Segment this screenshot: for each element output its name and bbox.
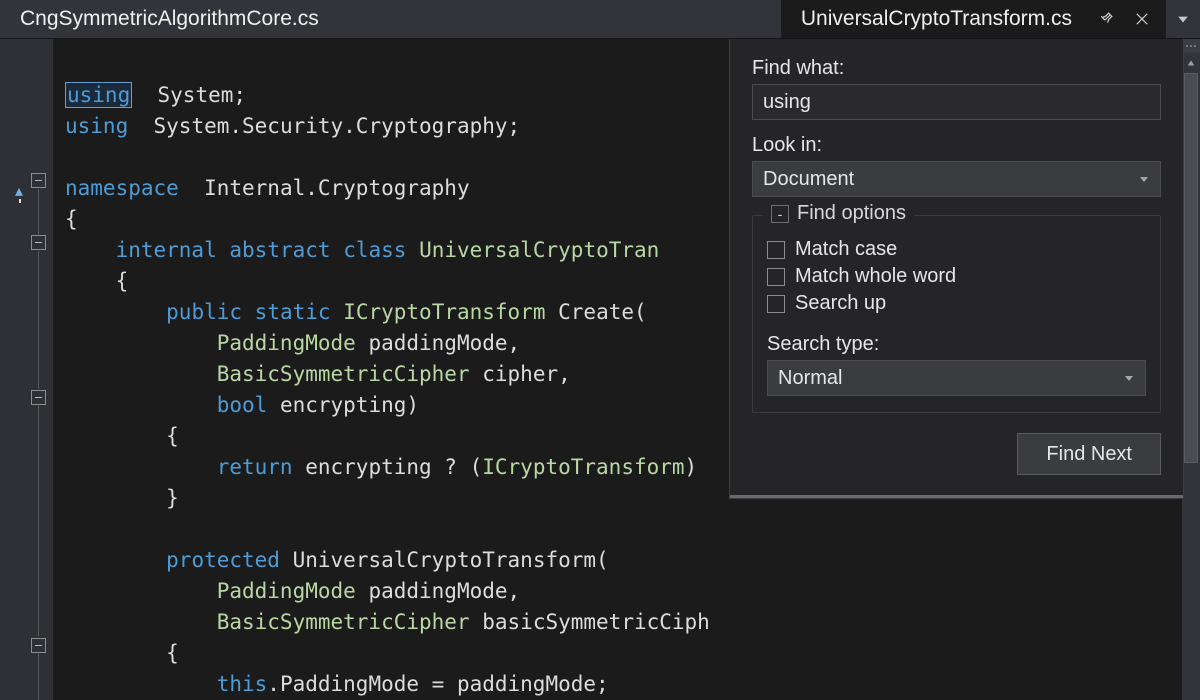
find-next-button[interactable]: Find Next	[1017, 433, 1161, 475]
lookin-label: Look in:	[752, 134, 1161, 157]
fold-toggle[interactable]	[31, 173, 46, 188]
searchup-checkbox[interactable]	[767, 295, 785, 313]
find-panel: Find what: Look in: Document - Find opti…	[729, 39, 1184, 499]
fold-toggle[interactable]	[31, 235, 46, 250]
lookin-select[interactable]: Document	[752, 161, 1161, 197]
tab-actions	[1082, 0, 1166, 38]
tab-left[interactable]: CngSymmetricAlgorithmCore.cs	[0, 0, 339, 38]
close-tab-icon[interactable]	[1132, 9, 1152, 29]
wholeword-label: Match whole word	[795, 265, 956, 288]
selection-margin	[0, 39, 11, 700]
scroll-thumb[interactable]	[1184, 73, 1198, 463]
searchtype-select[interactable]: Normal	[767, 360, 1146, 396]
fold-toggle[interactable]	[31, 390, 46, 405]
vertical-scrollbar[interactable]	[1182, 39, 1200, 700]
searchtype-value: Normal	[778, 367, 842, 390]
group-title: Find options	[797, 202, 906, 225]
tab-right[interactable]: UniversalCryptoTransform.cs	[781, 0, 1082, 38]
find-options-group: - Find options Match case Match whole wo…	[752, 215, 1161, 413]
tab-overflow-menu[interactable]	[1166, 0, 1200, 38]
findwhat-label: Find what:	[752, 57, 1161, 80]
fold-gutter: ▴	[11, 39, 53, 700]
group-collapse-toggle[interactable]: -	[771, 205, 789, 223]
chevron-down-icon	[1138, 168, 1150, 191]
tab-spacer	[339, 0, 781, 38]
fold-toggle[interactable]	[31, 638, 46, 653]
searchtype-label: Search type:	[767, 333, 1146, 356]
wholeword-checkbox[interactable]	[767, 268, 785, 286]
chevron-down-icon	[1123, 367, 1135, 390]
matchcase-checkbox[interactable]	[767, 241, 785, 259]
scroll-up-icon[interactable]	[1182, 53, 1200, 73]
marker-icon: ▴	[15, 181, 23, 201]
tab-bar: CngSymmetricAlgorithmCore.cs UniversalCr…	[0, 0, 1200, 39]
searchup-label: Search up	[795, 292, 886, 315]
button-label: Find Next	[1046, 443, 1132, 466]
splitter-handle[interactable]	[1182, 39, 1200, 53]
findwhat-input[interactable]	[752, 84, 1161, 120]
tab-label: CngSymmetricAlgorithmCore.cs	[20, 7, 319, 31]
tab-label: UniversalCryptoTransform.cs	[801, 7, 1072, 31]
lookin-value: Document	[763, 168, 854, 191]
pin-icon[interactable]	[1096, 9, 1116, 29]
matchcase-label: Match case	[795, 238, 897, 261]
